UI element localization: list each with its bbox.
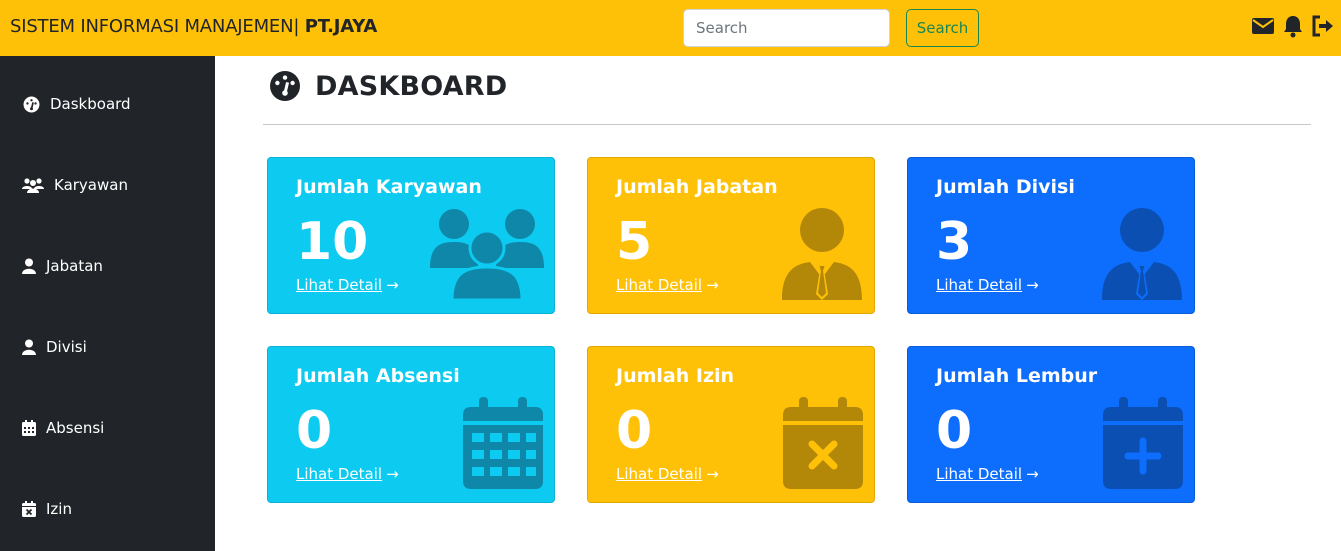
- sidebar-item-divisi[interactable]: Divisi: [0, 327, 215, 367]
- card-title: Jumlah Izin: [616, 365, 735, 387]
- sidebar-item-label: Divisi: [46, 338, 87, 356]
- card-title: Jumlah Jabatan: [616, 176, 778, 198]
- page-title: DASKBOARD: [315, 70, 508, 102]
- users-icon: [22, 176, 44, 194]
- calendar-icon: [22, 419, 36, 437]
- card-jumlah-lembur: Jumlah Lembur 0 Lihat Detail →: [907, 346, 1195, 503]
- lihat-detail-link[interactable]: Lihat Detail →: [296, 276, 399, 294]
- link-label: Lihat Detail: [616, 276, 703, 294]
- user-tie-icon: [782, 208, 862, 300]
- user-tie-icon: [1102, 208, 1182, 300]
- card-value: 10: [296, 212, 369, 272]
- card-jumlah-karyawan: Jumlah Karyawan 10 Lihat Detail →: [267, 157, 555, 314]
- card-value: 0: [296, 401, 333, 461]
- lihat-detail-link[interactable]: Lihat Detail →: [936, 276, 1039, 294]
- card-jumlah-jabatan: Jumlah Jabatan 5 Lihat Detail →: [587, 157, 875, 314]
- arrow-right-icon: →: [386, 465, 399, 483]
- link-label: Lihat Detail: [936, 465, 1023, 483]
- arrow-right-icon: →: [706, 465, 719, 483]
- card-value: 5: [616, 212, 653, 272]
- card-jumlah-divisi: Jumlah Divisi 3 Lihat Detail →: [907, 157, 1195, 314]
- card-value: 3: [936, 212, 973, 272]
- sidebar-item-daskboard[interactable]: Daskboard: [0, 84, 215, 124]
- sidebar-item-label: Jabatan: [46, 257, 103, 275]
- sidebar: Daskboard Karyawan Jabatan Divisi Absens…: [0, 56, 215, 551]
- navbar-icons: [1251, 13, 1335, 39]
- sidebar-item-label: Karyawan: [54, 176, 128, 194]
- link-label: Lihat Detail: [296, 276, 383, 294]
- card-jumlah-izin: Jumlah Izin 0 Lihat Detail →: [587, 346, 875, 503]
- envelope-icon[interactable]: [1251, 13, 1275, 39]
- arrow-right-icon: →: [1026, 276, 1039, 294]
- arrow-right-icon: →: [386, 276, 399, 294]
- calendar-plus-icon: [1103, 397, 1183, 489]
- card-title: Jumlah Lembur: [936, 365, 1098, 387]
- arrow-right-icon: →: [1026, 465, 1039, 483]
- sidebar-item-label: Absensi: [46, 419, 105, 437]
- calendar-x-icon: [783, 397, 863, 489]
- logout-icon[interactable]: [1311, 13, 1335, 39]
- bell-icon[interactable]: [1281, 13, 1305, 39]
- search-button[interactable]: Search: [906, 9, 979, 47]
- top-navbar: SISTEM INFORMASI MANAJEMEN| PT.JAYA Sear…: [0, 0, 1341, 56]
- sidebar-item-izin[interactable]: Izin: [0, 489, 215, 529]
- link-label: Lihat Detail: [296, 465, 383, 483]
- card-value: 0: [936, 401, 973, 461]
- brand-company: PT.JAYA: [304, 16, 378, 37]
- sidebar-item-label: Daskboard: [50, 95, 131, 113]
- user-icon: [22, 338, 36, 356]
- brand[interactable]: SISTEM INFORMASI MANAJEMEN| PT.JAYA: [10, 16, 377, 37]
- lihat-detail-link[interactable]: Lihat Detail →: [616, 465, 719, 483]
- sidebar-item-label: Izin: [46, 500, 72, 518]
- page-header: DASKBOARD: [269, 70, 507, 102]
- arrow-right-icon: →: [706, 276, 719, 294]
- sidebar-item-absensi[interactable]: Absensi: [0, 408, 215, 448]
- search-input[interactable]: [683, 9, 890, 47]
- brand-prefix: SISTEM INFORMASI MANAJEMEN|: [10, 16, 300, 37]
- card-title: Jumlah Divisi: [936, 176, 1075, 198]
- user-icon: [22, 257, 36, 275]
- lihat-detail-link[interactable]: Lihat Detail →: [936, 465, 1039, 483]
- calendar-icon: [463, 397, 543, 489]
- card-title: Jumlah Absensi: [296, 365, 460, 387]
- link-label: Lihat Detail: [936, 276, 1023, 294]
- card-value: 0: [616, 401, 653, 461]
- card-title: Jumlah Karyawan: [296, 176, 482, 198]
- lihat-detail-link[interactable]: Lihat Detail →: [616, 276, 719, 294]
- divider: [263, 124, 1311, 125]
- card-jumlah-absensi: Jumlah Absensi 0 Lihat Detail →: [267, 346, 555, 503]
- sidebar-item-jabatan[interactable]: Jabatan: [0, 246, 215, 286]
- sidebar-item-karyawan[interactable]: Karyawan: [0, 165, 215, 205]
- lihat-detail-link[interactable]: Lihat Detail →: [296, 465, 399, 483]
- calendar-x-icon: [22, 500, 36, 518]
- dashboard-icon: [269, 70, 301, 102]
- link-label: Lihat Detail: [616, 465, 703, 483]
- dashboard-icon: [22, 95, 40, 113]
- users-icon: [430, 209, 544, 300]
